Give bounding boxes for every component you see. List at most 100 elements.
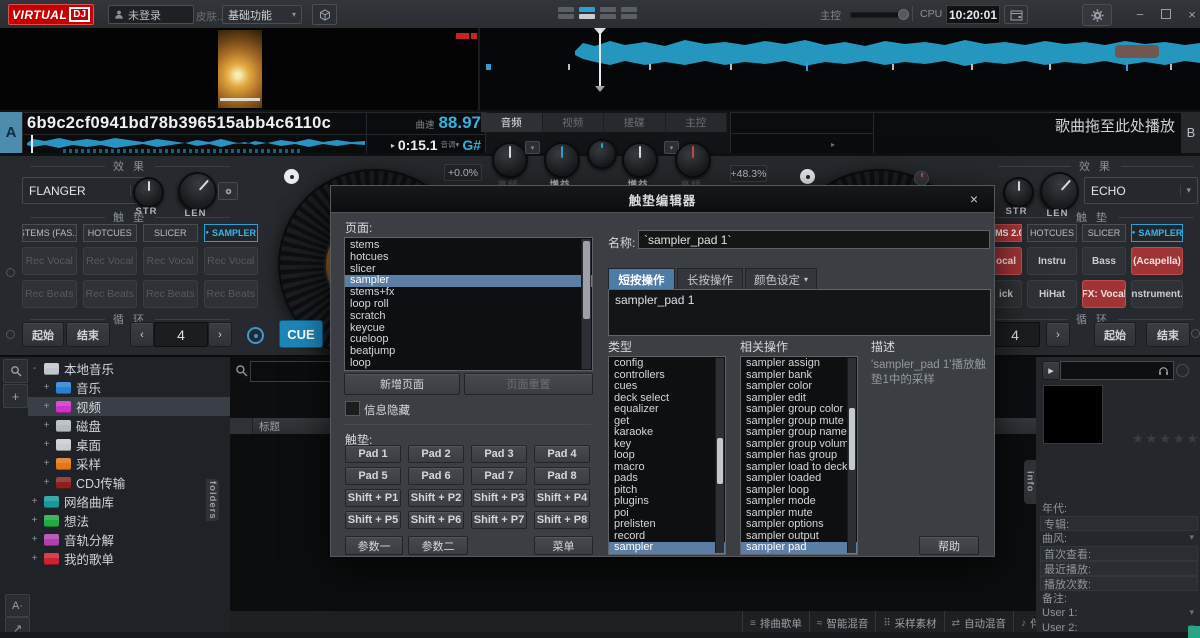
gain-knob-b[interactable]: [622, 142, 658, 178]
font-size-button[interactable]: A·: [5, 594, 30, 617]
action-list-item[interactable]: sampler group mute: [741, 416, 857, 428]
type-list-item[interactable]: equalizer: [609, 404, 725, 416]
panel-dot-button[interactable]: [6, 268, 15, 277]
title-column-header[interactable]: 标题: [253, 419, 280, 434]
deck-a-bpm-box[interactable]: 曲速 88.97: [366, 112, 486, 135]
folders-panel-tab[interactable]: folders: [206, 479, 219, 521]
pad-button-instru[interactable]: Instru: [1027, 247, 1077, 275]
key-mode-label[interactable]: 音调▾: [441, 141, 460, 149]
deck-a-tab[interactable]: A: [0, 112, 22, 153]
pad-page-tab[interactable]: STEMS (FAS...: [22, 224, 77, 242]
master-volume-slider[interactable]: [850, 12, 904, 18]
page-list-item[interactable]: cueloop: [345, 334, 592, 346]
status-column[interactable]: [230, 418, 253, 434]
calendar-button[interactable]: [1004, 5, 1028, 24]
pad-button[interactable]: Rec Beats: [204, 280, 259, 308]
pad-page-tab-slicer[interactable]: SLICER: [1082, 224, 1126, 242]
shift-pad-select-button[interactable]: Shift + P2: [408, 489, 464, 507]
mixer-tab[interactable]: 音频: [481, 113, 543, 132]
fx-select-b[interactable]: ECHO ▾: [1084, 177, 1198, 204]
sidebar-item[interactable]: + 想法: [28, 511, 230, 530]
action-list-item[interactable]: sampler group volum: [741, 439, 857, 451]
sidebar-search-button[interactable]: [3, 359, 28, 383]
pad-page-tab[interactable]: SAMPLER: [204, 224, 259, 242]
page-list-item[interactable]: stems+fx: [345, 287, 592, 299]
tab-short-press[interactable]: 短按操作: [608, 268, 675, 291]
sidebar-add-button[interactable]: +: [3, 384, 28, 408]
master-volume-thumb[interactable]: [898, 9, 909, 20]
action-list-item[interactable]: sampler group color: [741, 404, 857, 416]
shift-pad-select-button[interactable]: Shift + P6: [408, 511, 464, 529]
page-list-item[interactable]: loop roll: [345, 299, 592, 311]
sidebar-item[interactable]: + CDJ传输: [28, 473, 230, 492]
expander-icon[interactable]: +: [30, 553, 39, 564]
loop-out-button[interactable]: 结束: [66, 322, 110, 347]
page-list-item[interactable]: beatjump: [345, 346, 592, 358]
sidebar-item[interactable]: + 视频: [28, 397, 230, 416]
action-list-item[interactable]: sampler color: [741, 381, 857, 393]
pad-select-button[interactable]: Pad 7: [471, 467, 527, 485]
hide-info-checkbox[interactable]: [345, 401, 360, 416]
pad-select-button[interactable]: Pad 3: [471, 445, 527, 463]
skin-select[interactable]: 基础功能 ▾: [222, 5, 302, 24]
expander-icon[interactable]: +: [42, 477, 51, 488]
pad-select-button[interactable]: Pad 4: [534, 445, 590, 463]
pad-page-tab-hotcues[interactable]: HOTCUES: [1027, 224, 1077, 242]
page-list-item[interactable]: sampler: [345, 275, 592, 287]
fx-str-knob-b[interactable]: [1003, 177, 1034, 208]
pad-select-button[interactable]: Pad 2: [408, 445, 464, 463]
eq-high-knob-a[interactable]: [492, 142, 528, 178]
cue-button[interactable]: CUE: [279, 320, 323, 348]
mixer-tab[interactable]: 主控: [666, 113, 728, 132]
deck-b-track-area[interactable]: 歌曲拖至此处播放 ▸: [730, 112, 1182, 155]
pad-button[interactable]: Rec Vocal: [204, 247, 259, 275]
action-list-item[interactable]: sampler edit: [741, 393, 857, 405]
video-thumbnail[interactable]: [218, 30, 262, 108]
track-field-row[interactable]: 年代: ▾: [1042, 501, 1194, 514]
expander-icon[interactable]: +: [42, 420, 51, 431]
action-list-item[interactable]: sampler load to deck: [741, 462, 857, 474]
shift-pad-select-button[interactable]: Shift + P3: [471, 489, 527, 507]
pad-button-bass[interactable]: Bass: [1082, 247, 1126, 275]
action-list-item[interactable]: sampler group name: [741, 427, 857, 439]
close-button[interactable]: ×: [1182, 6, 1200, 22]
deck-a-pitch-value[interactable]: +0.0%: [444, 164, 482, 181]
type-list-item[interactable]: loop: [609, 450, 725, 462]
layout-preset-2-active[interactable]: [579, 7, 595, 20]
sidebar-item[interactable]: + 音轨分解: [28, 530, 230, 549]
type-list-item[interactable]: deck select: [609, 393, 725, 405]
expander-icon[interactable]: +: [42, 401, 51, 412]
type-list-item[interactable]: macro: [609, 462, 725, 474]
param2-button[interactable]: 参数二: [408, 536, 468, 555]
type-list-item[interactable]: poi: [609, 508, 725, 520]
pad-button-acapella[interactable]: (Acapella): [1131, 247, 1183, 275]
shift-pad-select-button[interactable]: Shift + P8: [534, 511, 590, 529]
sidebar-item[interactable]: + 采样: [28, 454, 230, 473]
loop-in-button[interactable]: 起始: [1094, 322, 1136, 347]
loop-out-button[interactable]: 结束: [1146, 322, 1190, 347]
layout-preset-4[interactable]: [621, 7, 637, 20]
type-list-item[interactable]: pitch: [609, 485, 725, 497]
pad-page-tab[interactable]: HOTCUES: [83, 224, 138, 242]
dialog-close-button[interactable]: ×: [966, 191, 982, 207]
reset-page-button[interactable]: 页面重置: [464, 373, 593, 395]
type-list-item[interactable]: sampler: [609, 542, 725, 554]
slip-mode-icon[interactable]: [914, 171, 929, 186]
expander-icon[interactable]: +: [30, 534, 39, 545]
action-list-item[interactable]: sampler mute: [741, 508, 857, 520]
type-list-item[interactable]: controllers: [609, 370, 725, 382]
type-list-item[interactable]: karaoke: [609, 427, 725, 439]
type-list-item[interactable]: record: [609, 531, 725, 543]
mixer-tab[interactable]: 搓碟: [604, 113, 666, 132]
sidebar-item[interactable]: + 我的歌单: [28, 549, 230, 568]
page-list-item[interactable]: loop: [345, 358, 592, 370]
loop-length-value[interactable]: 4: [154, 322, 208, 347]
page-list-item[interactable]: keycue: [345, 323, 592, 335]
deck-b-pitch-value[interactable]: +48.3%: [730, 165, 767, 182]
minimize-button[interactable]: −: [1130, 6, 1150, 22]
options-dot-button[interactable]: [1176, 364, 1189, 377]
type-list-item[interactable]: cues: [609, 381, 725, 393]
scrollbar[interactable]: [847, 358, 856, 553]
scrollbar-thumb[interactable]: [717, 438, 723, 484]
fx-settings-button[interactable]: [218, 182, 238, 200]
